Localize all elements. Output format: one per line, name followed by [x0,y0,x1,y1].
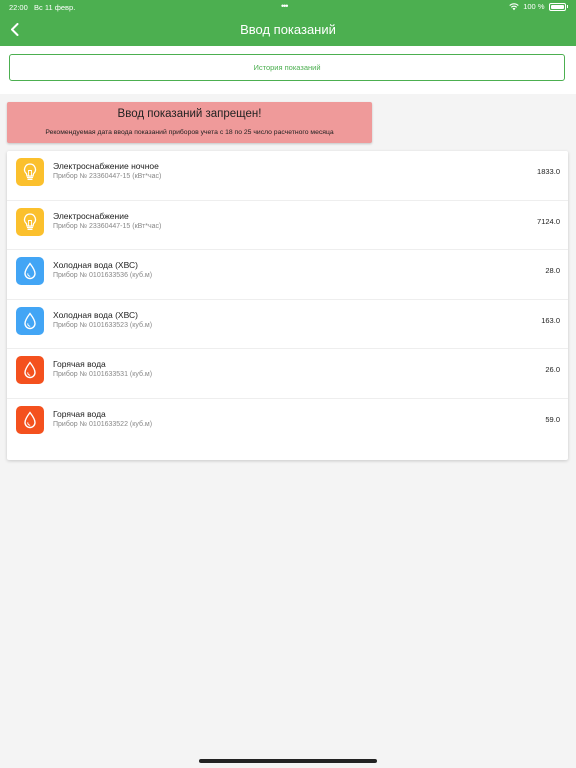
meter-device: Прибор № 23360447-15 (кВт*час) [53,222,162,230]
meter-name: Электроснабжение ночное [53,161,159,171]
lightbulb-icon [23,212,37,230]
meter-list: Электроснабжение ночное Прибор № 2336044… [7,151,568,460]
meter-device: Прибор № 0101633531 (куб.м) [53,371,153,378]
meter-value: 26.0 [545,365,560,374]
history-section: История показаний [0,46,576,94]
meter-name: Горячая вода [53,408,106,419]
meter-name: Горячая вода [53,359,106,369]
meter-icon-badge [16,356,44,384]
water-drop-icon [24,311,36,329]
wifi-icon [509,2,519,10]
page-title: Ввод показаний [240,22,336,37]
home-indicator[interactable] [199,759,377,763]
meter-value: 59.0 [545,414,560,424]
multitasking-dots[interactable]: ••• [281,1,289,11]
battery-cap [566,5,568,8]
status-indicators: 100 % [509,2,568,11]
battery-icon [548,2,566,11]
meter-device: Прибор № 0101633523 (куб.м) [53,321,153,329]
water-drop-icon [24,262,36,280]
meter-icon-badge [16,158,44,186]
history-button[interactable]: История показаний [9,54,565,81]
warning-text: Рекомендуемая дата ввода показаний прибо… [45,129,334,136]
battery-percent: 100 % [523,2,545,11]
meter-row[interactable]: Горячая вода Прибор № 0101633522 (куб.м)… [7,399,568,449]
meter-value: 1833.0 [537,167,560,176]
status-time: 22:00 [9,3,28,12]
status-bar: 22:00 Вс 11 февр. ••• 100 % [0,0,576,14]
meter-row[interactable]: Холодная вода (ХВС) Прибор № 0101633536 … [7,250,568,300]
water-drop-icon [24,410,36,428]
meter-name: Холодная вода (ХВС) [53,260,138,270]
meter-icon-badge [16,257,44,285]
meter-row[interactable]: Горячая вода Прибор № 0101633531 (куб.м)… [7,349,568,399]
status-date: Вс 11 февр. [34,3,76,12]
meter-icon-badge [16,207,44,236]
warning-banner: Ввод показаний запрещен! Рекомендуемая д… [7,102,372,143]
meter-row[interactable]: Электроснабжение Прибор № 23360447-15 (к… [7,201,568,250]
meter-row[interactable]: Холодная вода (ХВС) Прибор № 0101633523 … [7,300,568,349]
warning-title: Ввод показаний запрещен! [117,108,262,120]
water-drop-icon [24,361,36,379]
meter-name: Электроснабжение [53,210,129,221]
meter-icon-badge [16,405,44,434]
meter-device: Прибор № 0101633522 (куб.м) [53,420,153,428]
meter-device: Прибор № 23360447-15 (кВт*час) [53,173,162,180]
app-header: 22:00 Вс 11 февр. ••• 100 % Ввод показан… [0,0,576,46]
meter-device: Прибор № 0101633536 (куб.м) [53,272,153,279]
lightbulb-icon [23,163,37,180]
meter-value: 163.0 [541,315,560,325]
meter-value: 28.0 [545,266,560,275]
meter-name: Холодная вода (ХВС) [53,309,138,320]
meter-row[interactable]: Электроснабжение ночное Прибор № 2336044… [7,151,568,201]
meter-value: 7124.0 [537,216,560,226]
meter-icon-badge [16,306,44,335]
